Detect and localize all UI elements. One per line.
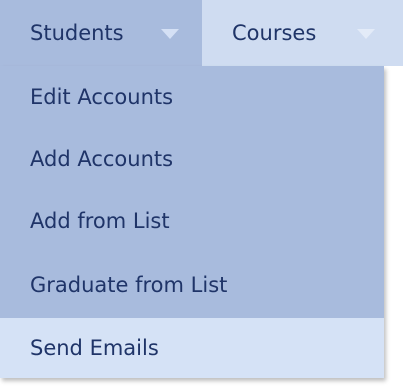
menu-item-add-accounts[interactable]: Add Accounts (0, 128, 384, 190)
students-menu-tab[interactable]: Students (0, 0, 202, 66)
menu-item-label: Add Accounts (30, 147, 174, 171)
courses-tab-label: Courses (232, 21, 317, 45)
menu-item-add-from-list[interactable]: Add from List (0, 190, 384, 252)
chevron-down-icon (161, 29, 179, 39)
menu-item-edit-accounts[interactable]: Edit Accounts (0, 66, 384, 128)
courses-menu-tab[interactable]: Courses (202, 0, 403, 66)
menu-item-label: Send Emails (30, 336, 159, 360)
students-tab-label: Students (30, 21, 124, 45)
menu-item-graduate-from-list[interactable]: Graduate from List (0, 252, 384, 318)
menu-item-label: Add from List (30, 209, 170, 233)
chevron-down-icon (357, 29, 375, 39)
menu-item-label: Graduate from List (30, 273, 228, 297)
students-dropdown-menu: Edit Accounts Add Accounts Add from List… (0, 66, 384, 378)
menu-item-label: Edit Accounts (30, 85, 174, 109)
menu-bar: Students Courses (0, 0, 403, 66)
menu-item-send-emails[interactable]: Send Emails (0, 318, 384, 378)
